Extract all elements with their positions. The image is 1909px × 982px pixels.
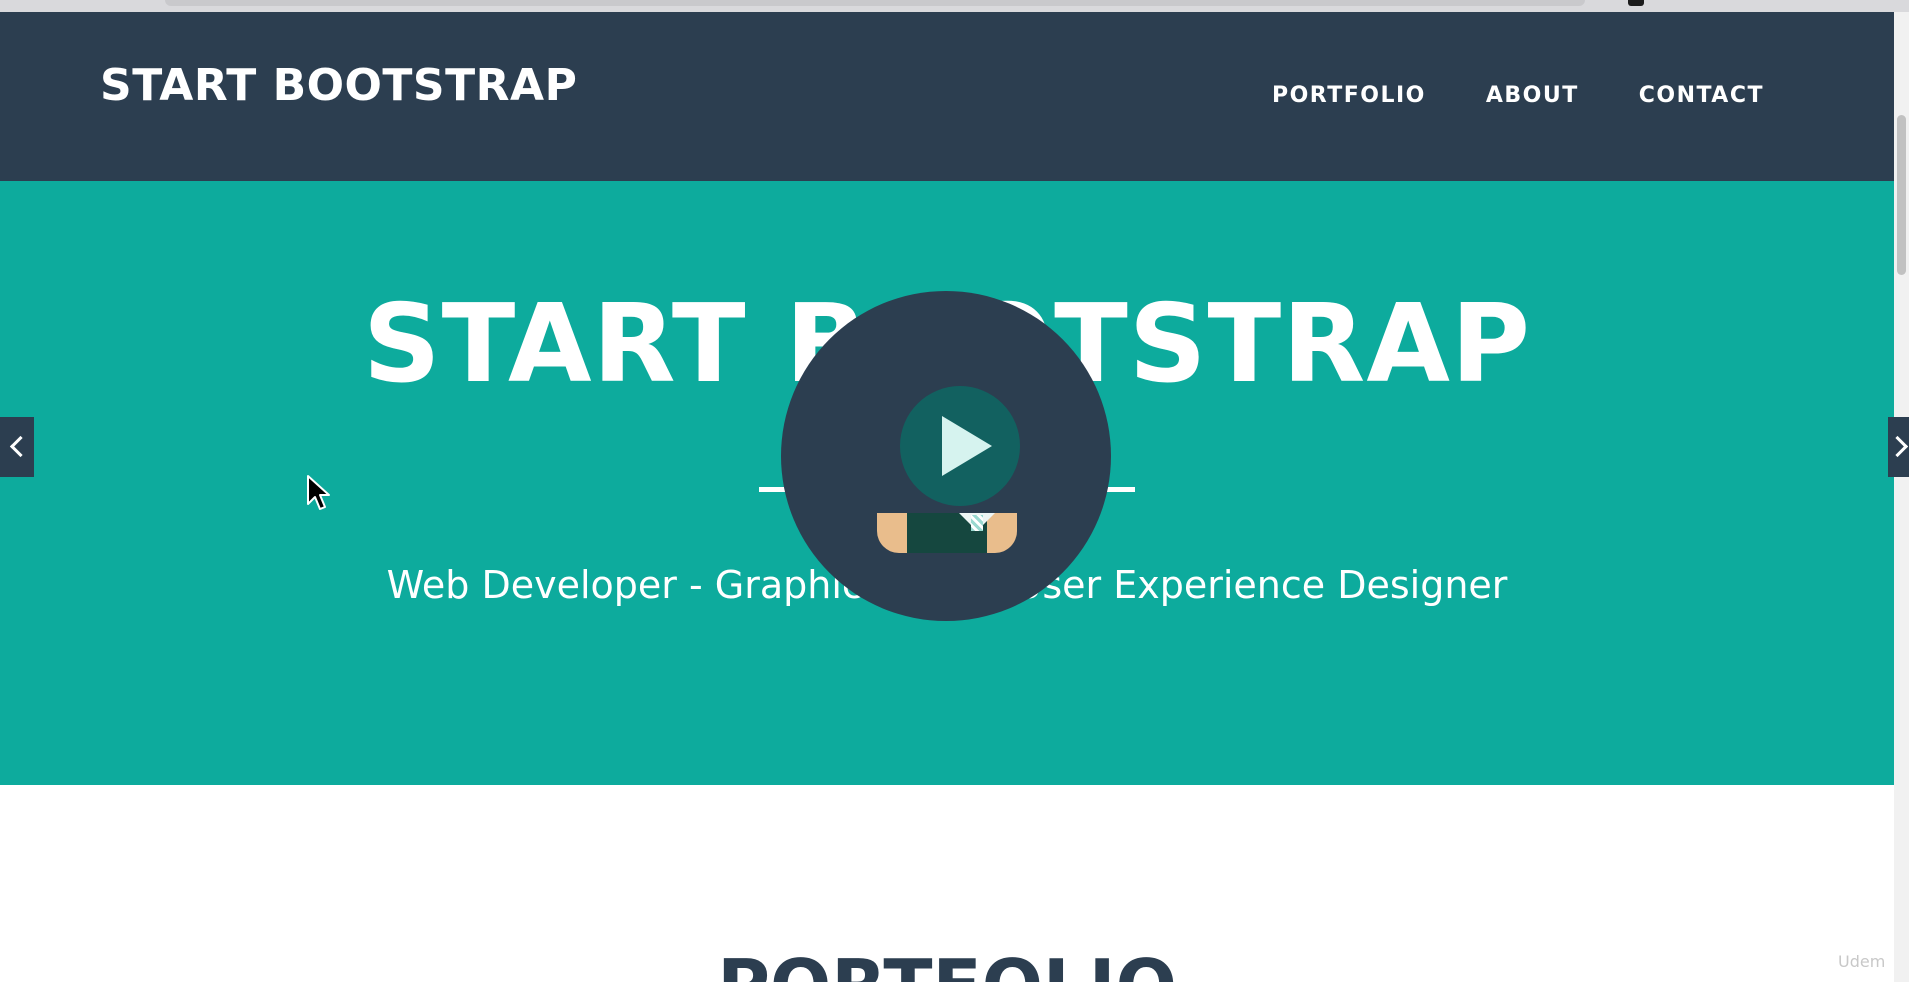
cursor-svg	[307, 475, 330, 510]
nav-links: PORTFOLIO ABOUT CONTACT	[1272, 85, 1764, 107]
nav-link-about[interactable]: ABOUT	[1486, 85, 1579, 107]
navbar: START BOOTSTRAP PORTFOLIO ABOUT CONTACT	[0, 12, 1894, 181]
browser-toolbar-edge	[0, 0, 1909, 12]
avatar-tie	[971, 515, 983, 531]
nav-link-portfolio[interactable]: PORTFOLIO	[1272, 85, 1426, 107]
portfolio-heading: PORTFOLIO	[0, 950, 1894, 982]
chevron-left-icon	[9, 435, 32, 458]
nav-link-contact[interactable]: CONTACT	[1639, 85, 1764, 107]
scrollbar-thumb[interactable]	[1897, 115, 1906, 275]
carousel-next-button[interactable]	[1886, 417, 1909, 477]
toolbar-icon	[1628, 0, 1644, 6]
mouse-cursor-icon	[306, 474, 332, 514]
udemy-watermark: Udem	[1838, 952, 1886, 971]
avatar-shoulders	[877, 513, 1017, 553]
video-play-button[interactable]	[900, 386, 1020, 506]
avatar-suit	[907, 513, 995, 553]
browser-viewport: START BOOTSTRAP PORTFOLIO ABOUT CONTACT …	[0, 0, 1909, 982]
navbar-brand[interactable]: START BOOTSTRAP	[100, 64, 577, 108]
address-bar-edge	[165, 0, 1585, 6]
play-icon	[942, 416, 992, 476]
page-scrollbar[interactable]	[1894, 12, 1909, 982]
chevron-right-icon	[1886, 435, 1909, 458]
carousel-prev-button[interactable]	[0, 417, 34, 477]
